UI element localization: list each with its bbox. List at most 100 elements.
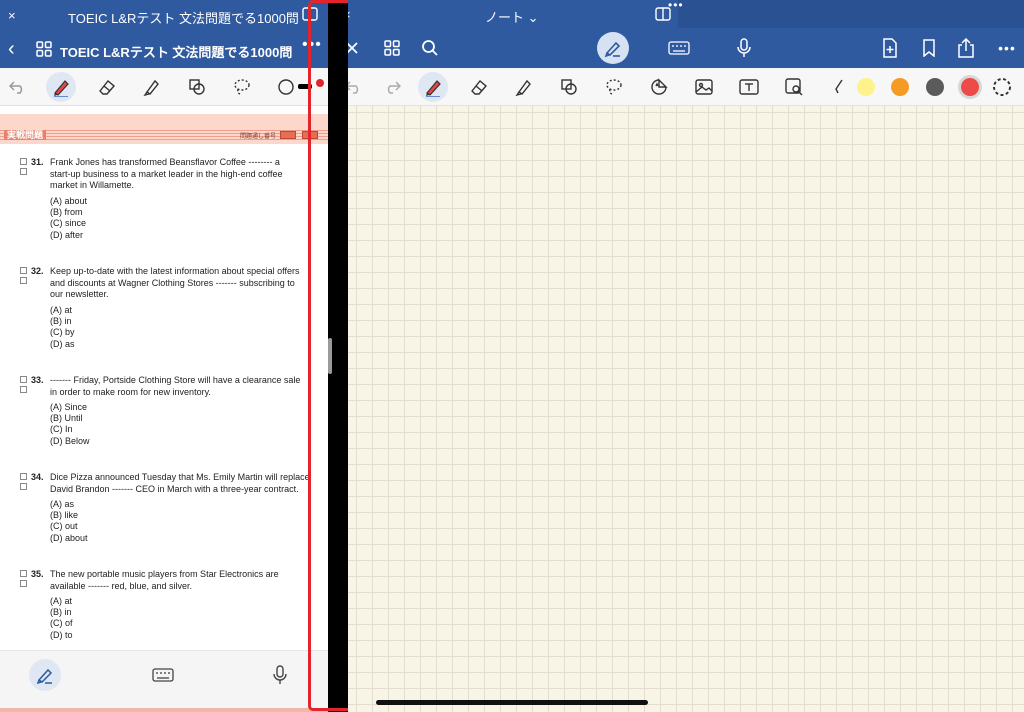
question-checkbox[interactable]: [20, 277, 27, 284]
grid-icon[interactable]: [36, 41, 52, 57]
question-checkbox[interactable]: [20, 158, 27, 165]
color-picker-icon[interactable]: [991, 76, 1013, 98]
question-stem: Frank Jones has transformed Beansflavor …: [50, 157, 320, 192]
grid-icon[interactable]: [380, 36, 404, 60]
shapes-icon[interactable]: [557, 75, 581, 99]
answer-option: (B) Until: [50, 413, 83, 424]
chevron-down-icon[interactable]: ⌄: [283, 41, 293, 55]
question-number: 33.: [31, 375, 44, 385]
image-search-icon[interactable]: [782, 75, 806, 99]
right-navigation-bar: •••: [348, 28, 1024, 68]
highlighter-icon[interactable]: [512, 75, 536, 99]
back-button[interactable]: ‹: [8, 38, 15, 61]
lasso-icon[interactable]: [230, 75, 254, 99]
answer-option: (A) as: [50, 499, 75, 509]
more-icon[interactable]: •••: [993, 36, 1021, 60]
answer-option: (C) since: [50, 218, 87, 229]
color-swatch-gray[interactable]: [926, 78, 944, 96]
question-stem: Keep up-to-date with the latest informat…: [50, 266, 320, 301]
color-swatch-yellow[interactable]: [857, 78, 875, 96]
search-icon[interactable]: [418, 36, 442, 60]
pen-mode-icon[interactable]: [29, 659, 61, 691]
section-label: 実戦問題: [4, 130, 47, 140]
laser-pointer-icon[interactable]: [826, 75, 850, 99]
more-tools-icon[interactable]: [272, 75, 296, 99]
answer-option: (A) about: [50, 196, 88, 206]
home-indicator[interactable]: [376, 700, 648, 705]
question-34: 34. Dice Pizza announced Tuesday that Ms…: [0, 472, 328, 552]
answer-option: (A) Since: [50, 402, 88, 412]
stem-line: market in Willamette.: [50, 180, 135, 190]
undo-icon[interactable]: [6, 75, 30, 99]
left-window-title-bar: × TOEIC L&Rテスト 文法問題でる1000問: [0, 0, 328, 32]
left-bottom-input-bar: [0, 650, 328, 712]
undo-icon[interactable]: [348, 75, 366, 99]
question-checkbox[interactable]: [20, 386, 27, 393]
right-split-pane: × ノート ⌄ •••: [348, 0, 1024, 712]
answer-option: (C) by: [50, 327, 75, 338]
redo-icon[interactable]: [380, 75, 404, 99]
document-title[interactable]: TOEIC L&Rテスト 文法問題でる1000問: [60, 42, 292, 61]
stem-line: Keep up-to-date with the latest informat…: [50, 266, 300, 276]
answer-options: (A) at (B) in (C) of (D) to: [50, 596, 73, 641]
microphone-icon[interactable]: [732, 36, 756, 60]
pen-icon[interactable]: [46, 72, 76, 102]
page-bottom-band: [0, 708, 328, 712]
right-close-button[interactable]: ×: [348, 7, 351, 22]
color-swatch-red-selected[interactable]: [958, 75, 982, 99]
question-checkbox[interactable]: [20, 570, 27, 577]
question-31: 31. Frank Jones has transformed Beansfla…: [0, 157, 328, 247]
question-checkbox[interactable]: [20, 473, 27, 480]
eraser-icon[interactable]: [467, 75, 491, 99]
question-number: 31.: [31, 157, 44, 167]
page-section-header: 実戦問題 問題通し番号: [0, 114, 328, 144]
left-drawing-toolbar: [0, 68, 328, 106]
pen-mode-icon[interactable]: [597, 32, 629, 64]
header-stripe: [0, 130, 328, 140]
left-close-button[interactable]: ×: [8, 8, 16, 23]
eraser-icon[interactable]: [95, 75, 119, 99]
shapes-icon[interactable]: [185, 75, 209, 99]
pen-icon[interactable]: [418, 72, 448, 102]
color-swatch-orange[interactable]: [891, 78, 909, 96]
question-checkbox[interactable]: [20, 267, 27, 274]
microphone-icon[interactable]: [264, 659, 296, 691]
sticker-icon[interactable]: [647, 75, 671, 99]
keyboard-icon[interactable]: [667, 36, 691, 60]
left-navigation-bar: ‹ TOEIC L&Rテスト 文法問題でる1000問 ⌄ •••: [0, 32, 328, 68]
stem-line: available ------- red, blue, and silver.: [50, 580, 193, 591]
image-icon[interactable]: [692, 75, 716, 99]
answer-option: (C) In: [50, 424, 73, 435]
text-icon[interactable]: [737, 75, 761, 99]
note-title[interactable]: ノート ⌄: [485, 7, 539, 26]
stem-line: Dice Pizza announced Tuesday that Ms. Em…: [50, 472, 310, 482]
stem-line: and discounts at Wagner Clothing Stores …: [50, 277, 295, 288]
bookmark-icon[interactable]: [917, 36, 941, 60]
lasso-icon[interactable]: [602, 75, 626, 99]
red-highlight-annotation: [308, 0, 353, 711]
add-page-icon[interactable]: [878, 36, 902, 60]
note-canvas[interactable]: [348, 106, 1024, 712]
stem-line: in order to make room for new inventory.: [50, 386, 211, 397]
left-window-title: TOEIC L&Rテスト 文法問題でる1000問: [68, 11, 299, 26]
answer-option: (D) Below: [50, 435, 90, 446]
stem-line: The new portable music players from Star…: [50, 569, 279, 579]
question-checkbox[interactable]: [20, 168, 27, 175]
question-32: 32. Keep up-to-date with the latest info…: [0, 266, 328, 356]
window-options-icon[interactable]: •••: [668, 0, 684, 12]
share-icon[interactable]: [954, 36, 978, 60]
highlighter-icon[interactable]: [140, 75, 164, 99]
answer-option: (A) at: [50, 305, 73, 315]
question-checkbox[interactable]: [20, 580, 27, 587]
answer-option: (C) of: [50, 618, 73, 629]
question-stem: Dice Pizza announced Tuesday that Ms. Em…: [50, 472, 320, 495]
question-checkbox[interactable]: [20, 483, 27, 490]
question-number: 35.: [31, 569, 44, 579]
stem-line: start-up business to a market leader in …: [50, 168, 283, 179]
serial-box-1: [280, 131, 296, 139]
keyboard-icon[interactable]: [147, 659, 179, 691]
close-icon[interactable]: [348, 36, 364, 60]
answer-option: (C) out: [50, 521, 78, 532]
stem-line: ------- Friday, Portside Clothing Store …: [50, 375, 301, 385]
question-checkbox[interactable]: [20, 376, 27, 383]
